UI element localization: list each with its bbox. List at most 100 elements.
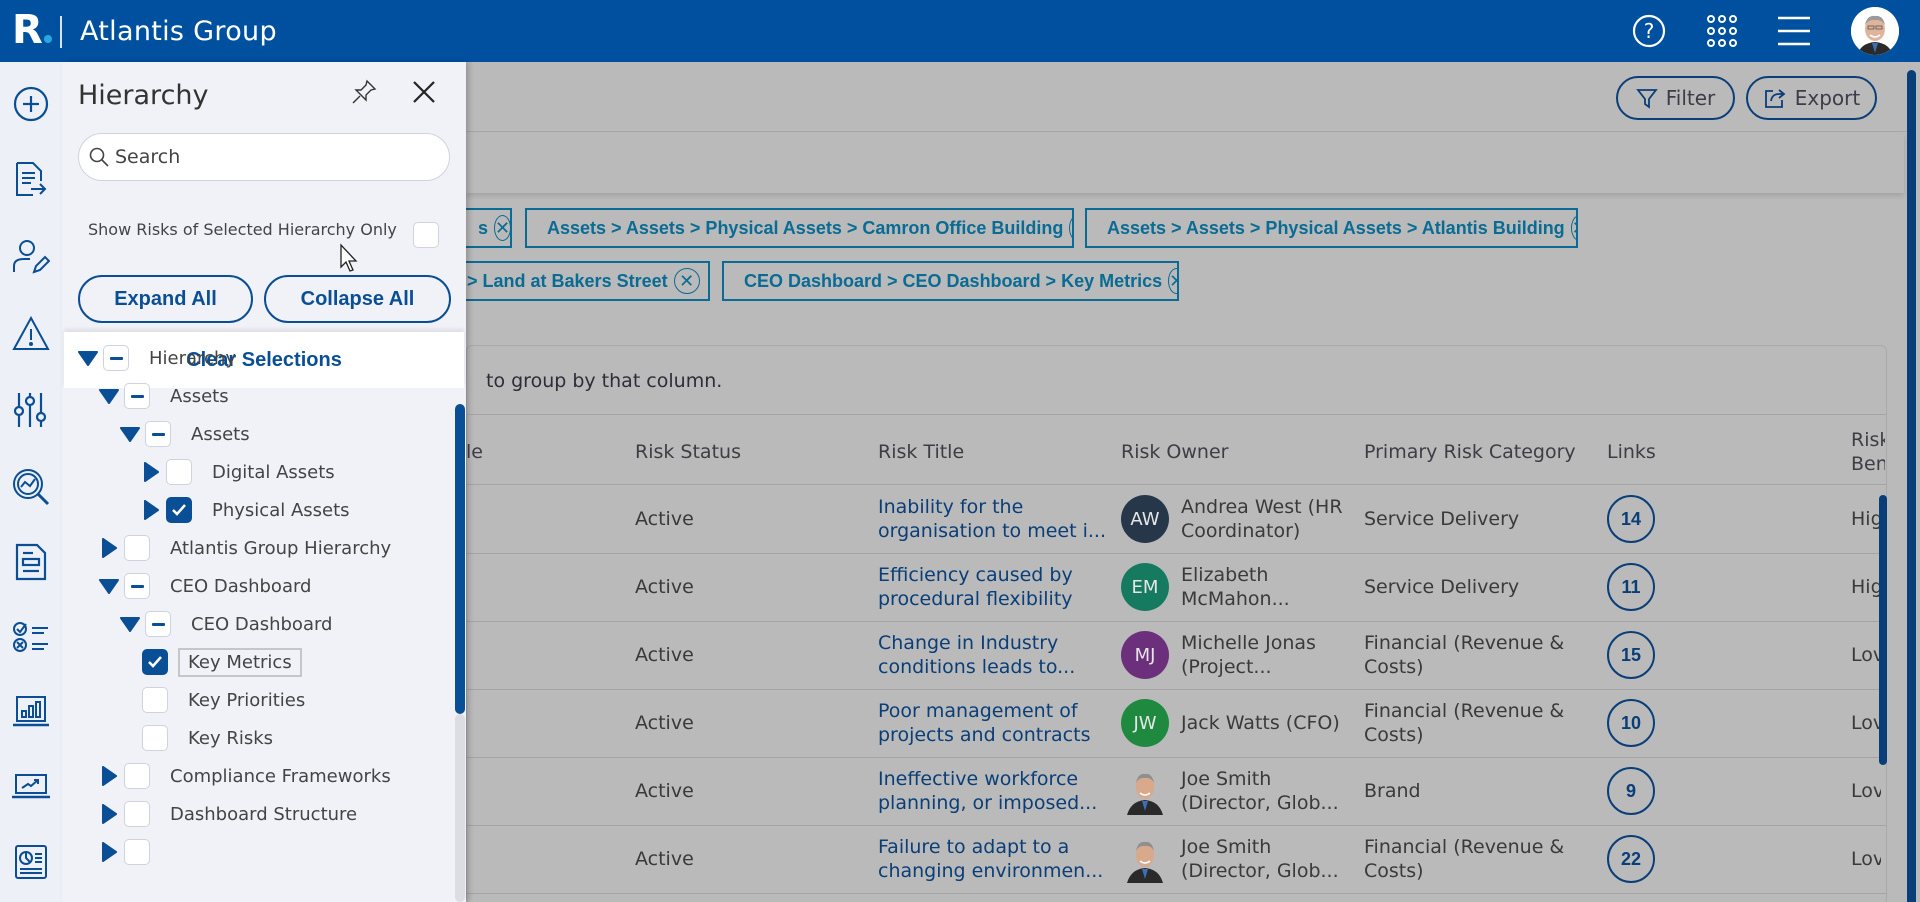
tree-node-label[interactable]: Compliance Frameworks — [170, 766, 391, 787]
pin-icon[interactable] — [350, 78, 380, 108]
tree-node-label[interactable]: Dashboard Structure — [170, 804, 357, 825]
links-count-badge[interactable]: 11 — [1607, 563, 1655, 611]
tree-node-label[interactable]: CEO Dashboard — [170, 576, 312, 597]
tree-node-label[interactable]: Key Priorities — [188, 690, 305, 711]
risk-title-link[interactable]: Inability for the organisation to meet i.… — [878, 495, 1106, 543]
column-header-primary-risk-category[interactable]: Primary Risk Category — [1364, 440, 1576, 464]
tree-checkbox[interactable] — [124, 573, 150, 599]
laptop-chart-icon[interactable] — [11, 692, 51, 732]
collapse-caret-icon[interactable] — [99, 386, 119, 406]
chip-label: CEO Dashboard > CEO Dashboard > Key Metr… — [744, 270, 1163, 291]
table-row[interactable]: Active Failure to adapt to a changing env… — [466, 825, 1887, 893]
tree-node-label[interactable]: Digital Assets — [212, 462, 335, 483]
collapse-caret-icon[interactable] — [120, 614, 140, 634]
expand-caret-icon[interactable] — [99, 538, 119, 558]
column-header-risk-title[interactable]: Risk Title — [878, 440, 964, 464]
expand-caret-icon[interactable] — [141, 500, 161, 520]
tree-checkbox[interactable] — [124, 763, 150, 789]
tree-node-label[interactable]: Assets — [191, 424, 250, 445]
tree-node-label[interactable]: Key Metrics — [178, 647, 302, 677]
links-count-badge[interactable]: 9 — [1607, 767, 1655, 815]
checklist-icon[interactable] — [11, 617, 51, 657]
filter-button[interactable]: Filter — [1616, 76, 1735, 120]
tree-checkbox[interactable] — [145, 611, 171, 637]
risk-title-link[interactable]: Ineffective workforce planning, or impose… — [878, 767, 1097, 815]
column-header-links[interactable]: Links — [1607, 440, 1656, 464]
collapse-caret-icon[interactable] — [99, 576, 119, 596]
show-risks-checkbox[interactable] — [413, 222, 439, 248]
export-button[interactable]: Export — [1746, 76, 1877, 120]
apps-grid-icon[interactable] — [1704, 13, 1740, 49]
sliders-icon[interactable] — [11, 390, 51, 430]
table-scrollbar[interactable] — [1879, 495, 1887, 765]
column-header-risk-benchmark[interactable]: Risk Benc — [1851, 428, 1885, 476]
expand-caret-icon[interactable] — [141, 462, 161, 482]
links-count-badge[interactable]: 15 — [1607, 631, 1655, 679]
table-row[interactable]: Active Change in Industry conditions lead… — [466, 621, 1887, 689]
links-count-badge[interactable]: 10 — [1607, 699, 1655, 747]
remove-chip-icon[interactable]: ✕ — [1168, 268, 1177, 294]
app-logo[interactable]: R — [12, 8, 52, 52]
title-line: changing environmen... — [878, 860, 1104, 882]
page-scrollbar[interactable] — [1907, 70, 1916, 902]
tree-checkbox[interactable] — [145, 421, 171, 447]
tree-checkbox[interactable] — [103, 345, 129, 371]
search-input[interactable] — [115, 146, 415, 168]
avatar-initials: MJ — [1134, 644, 1156, 666]
tree-checkbox[interactable] — [142, 687, 168, 713]
tree-node-label[interactable]: Key Risks — [188, 728, 273, 749]
risk-title-link[interactable]: Change in Industry conditions leads to... — [878, 631, 1075, 679]
links-count-badge[interactable]: 22 — [1607, 835, 1655, 883]
hamburger-menu-icon[interactable] — [1776, 13, 1812, 49]
report-icon[interactable] — [11, 842, 51, 882]
tree-checkbox[interactable] — [142, 725, 168, 751]
column-header[interactable]: le — [466, 440, 483, 464]
remove-chip-icon[interactable]: ✕ — [494, 215, 510, 241]
tree-checkbox[interactable] — [166, 459, 192, 485]
links-count-badge[interactable]: 14 — [1607, 495, 1655, 543]
document-icon[interactable] — [11, 542, 51, 582]
collapse-caret-icon[interactable] — [120, 424, 140, 444]
tree-node-label[interactable]: Atlantis Group Hierarchy — [170, 538, 391, 559]
column-header-risk-owner[interactable]: Risk Owner — [1121, 440, 1228, 464]
document-export-icon[interactable] — [11, 160, 51, 200]
analytics-search-icon[interactable] — [11, 467, 51, 507]
expand-caret-icon[interactable] — [99, 842, 119, 862]
user-avatar[interactable] — [1851, 7, 1899, 55]
remove-chip-icon[interactable]: ✕ — [1570, 215, 1576, 241]
tree-scroll-track[interactable] — [455, 714, 465, 902]
help-icon[interactable]: ? — [1631, 13, 1667, 49]
tree-checkbox[interactable] — [124, 801, 150, 827]
table-row[interactable]: Active Efficiency caused by procedural fl… — [466, 553, 1887, 621]
tree-node: Key Metrics — [142, 647, 302, 677]
tree-node-label[interactable]: Physical Assets — [212, 500, 350, 521]
table-row[interactable]: Active Inability for the organisation to … — [466, 485, 1887, 553]
add-icon[interactable] — [11, 84, 51, 124]
collapse-caret-icon[interactable] — [78, 348, 98, 368]
remove-chip-icon[interactable]: ✕ — [1069, 215, 1072, 241]
warning-icon[interactable] — [11, 314, 51, 354]
expand-all-button[interactable]: Expand All — [78, 275, 253, 323]
tree-node-label[interactable]: Assets — [170, 386, 229, 407]
tree-scrollbar[interactable] — [455, 404, 465, 714]
tree-checkbox[interactable] — [124, 383, 150, 409]
risk-title-link[interactable]: Poor management of projects and contracts — [878, 699, 1090, 747]
table-row[interactable]: Active Poor management of projects and co… — [466, 689, 1887, 757]
tree-checkbox[interactable] — [124, 839, 150, 865]
close-icon[interactable] — [410, 78, 440, 108]
collapse-all-button[interactable]: Collapse All — [264, 275, 451, 323]
trend-icon[interactable] — [11, 766, 51, 806]
tree-checkbox[interactable] — [142, 649, 168, 675]
tree-node-label[interactable]: Hierarchy — [149, 348, 236, 369]
tree-checkbox[interactable] — [166, 497, 192, 523]
risk-title-link[interactable]: Failure to adapt to a changing environmen… — [878, 835, 1103, 883]
tree-checkbox[interactable] — [124, 535, 150, 561]
column-header-risk-status[interactable]: Risk Status — [635, 440, 741, 464]
expand-caret-icon[interactable] — [99, 766, 119, 786]
user-edit-icon[interactable] — [11, 237, 51, 277]
expand-caret-icon[interactable] — [99, 804, 119, 824]
table-row[interactable]: Active Ineffective workforce planning, or… — [466, 757, 1887, 825]
tree-node-label[interactable]: CEO Dashboard — [191, 614, 333, 635]
risk-title-link[interactable]: Efficiency caused by procedural flexibili… — [878, 563, 1073, 611]
remove-chip-icon[interactable]: ✕ — [673, 268, 700, 294]
